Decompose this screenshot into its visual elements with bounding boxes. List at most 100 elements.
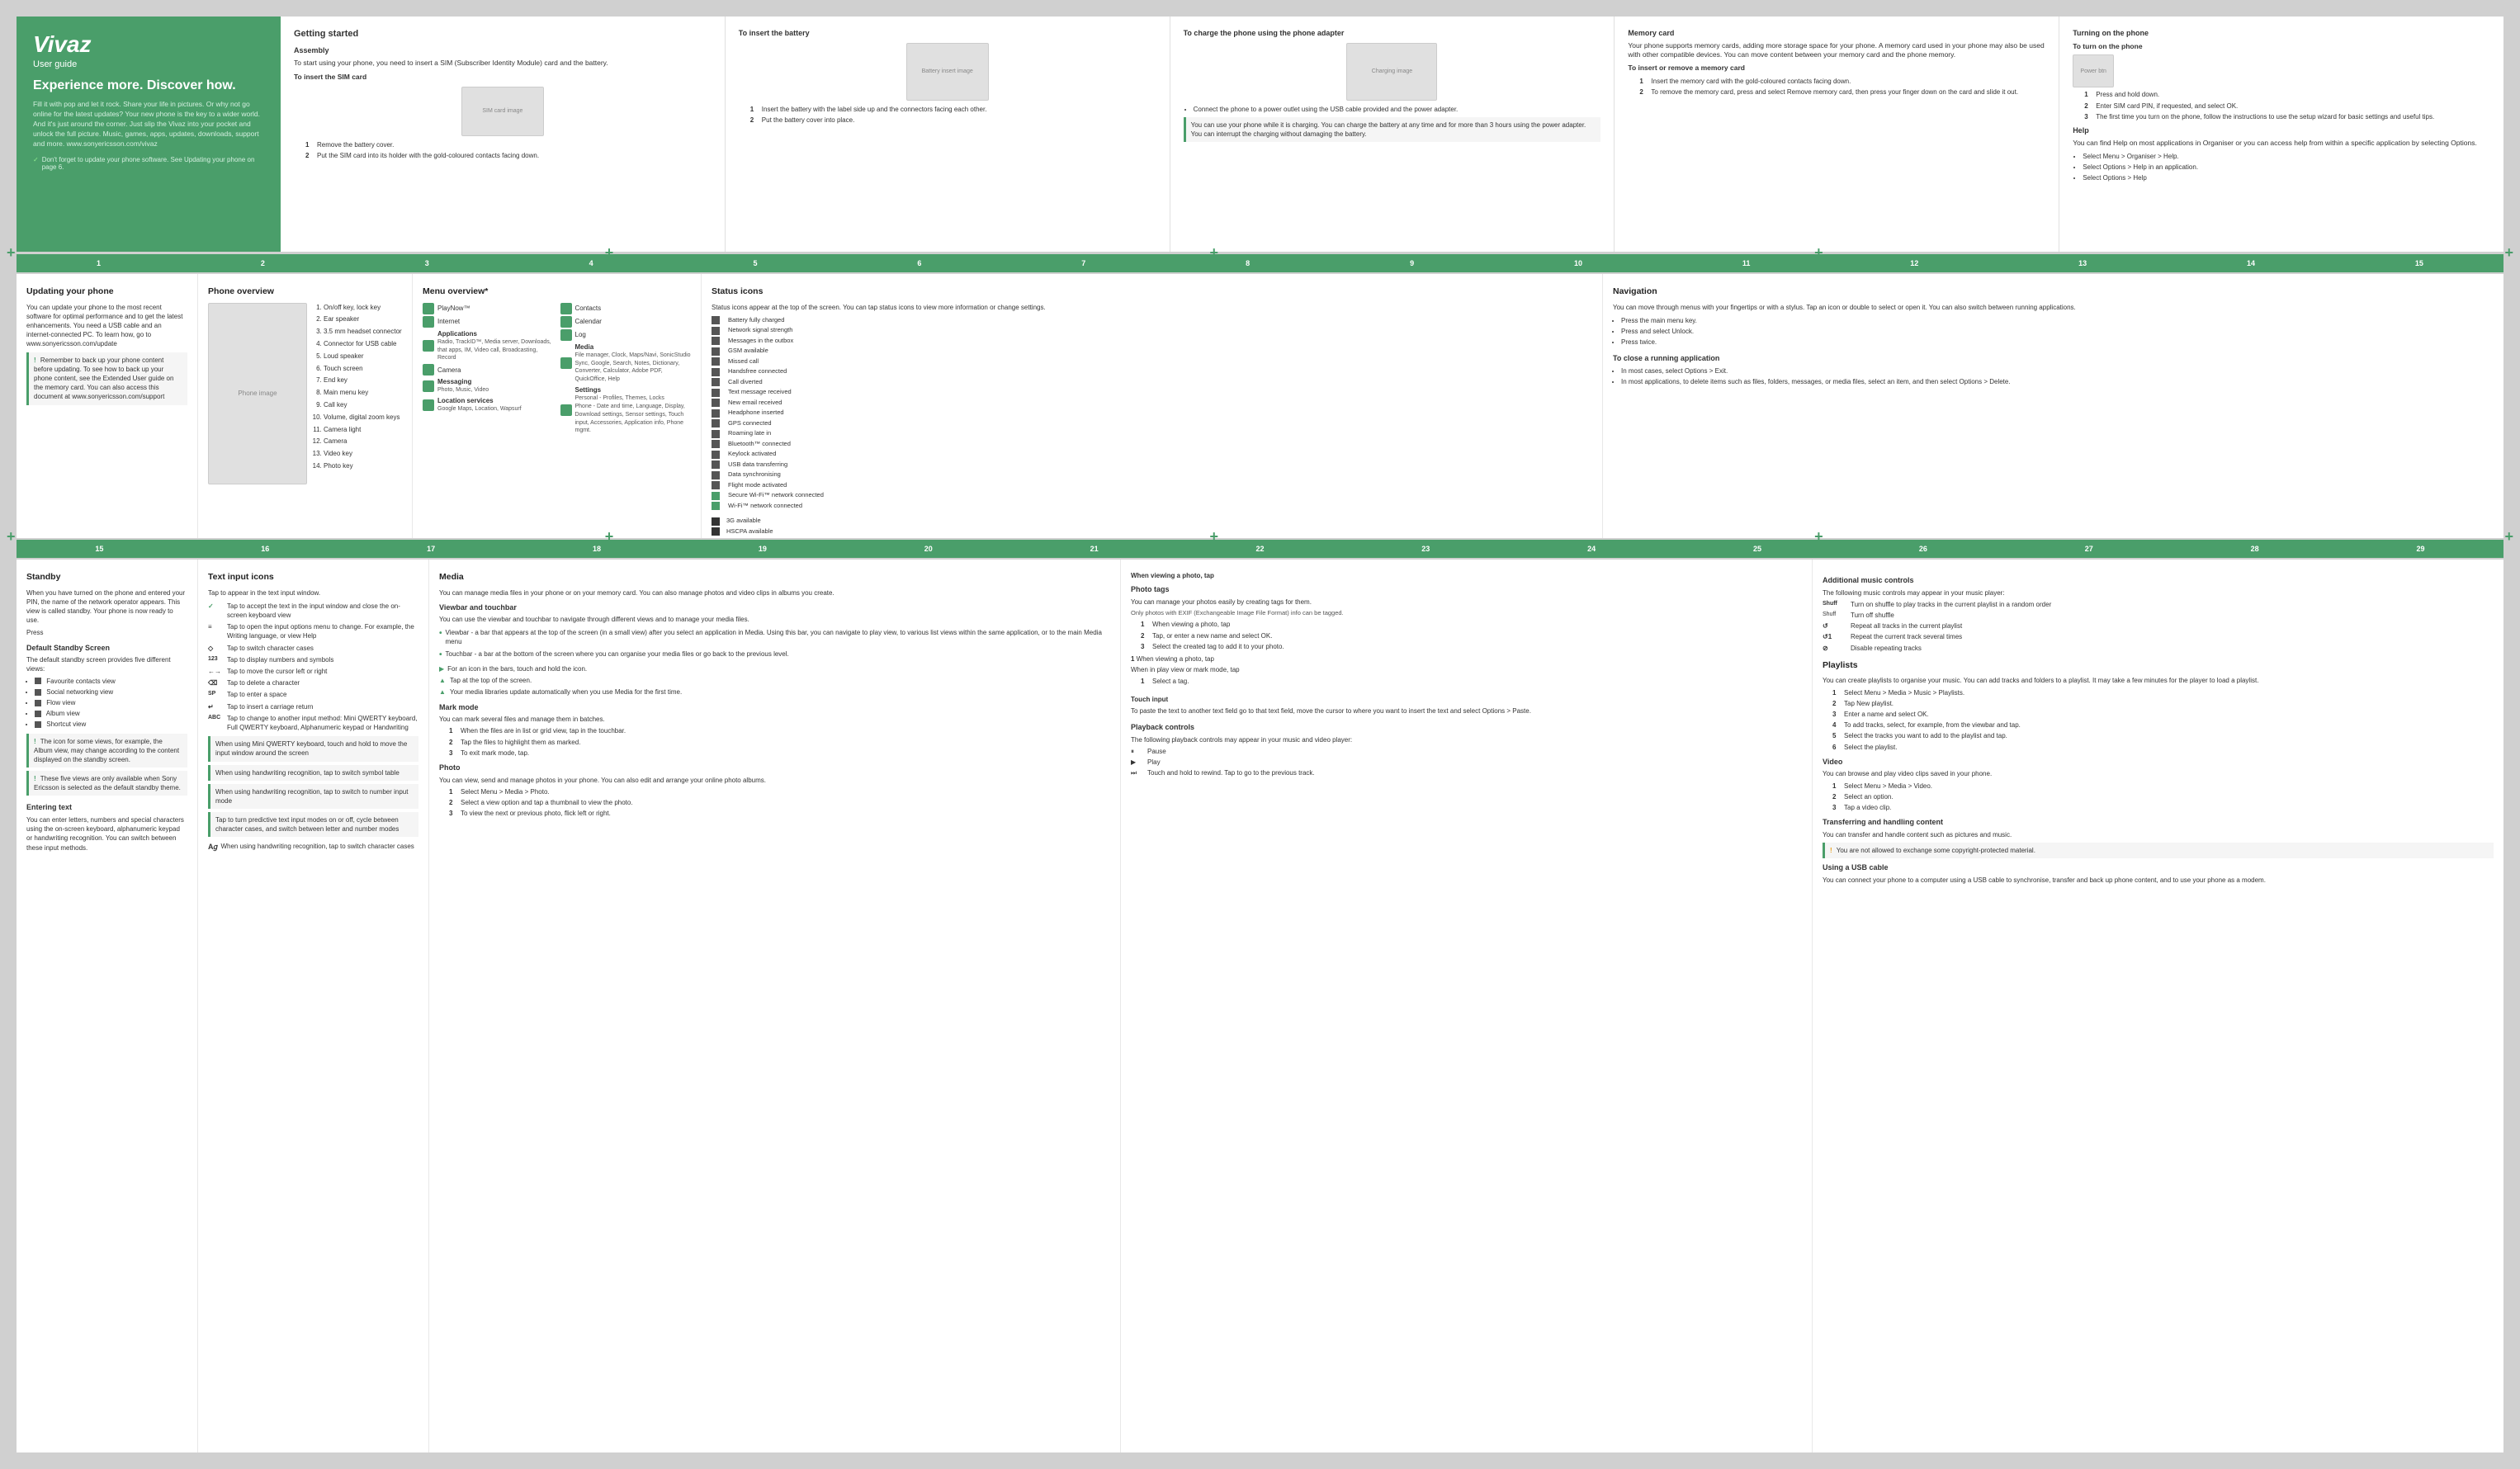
playback-desc: The following playback controls may appe… xyxy=(1131,735,1802,744)
memory-step-1: Insert the memory card with the gold-col… xyxy=(1639,77,2045,86)
status-icons-desc: Status icons appear at the top of the sc… xyxy=(712,303,1592,312)
datasync-label: Data synchronising xyxy=(728,470,1592,479)
gps-icon xyxy=(712,419,720,427)
transferring-title: Transferring and handling content xyxy=(1823,817,2494,828)
mark-steps: When the files are in list or grid view,… xyxy=(439,726,1110,758)
turn-step-1: Press and hold down. xyxy=(2084,90,2490,99)
signal-icon xyxy=(712,327,720,335)
return-icon: ↵ xyxy=(208,702,225,711)
tag-select-steps: Select a tag. xyxy=(1131,677,1802,686)
status-icons-title: Status icons xyxy=(712,286,1592,298)
tap-icon-note: ▶ For an icon in the bars, touch and hol… xyxy=(439,664,1110,673)
assembly-subtitle: To insert the SIM card xyxy=(294,73,712,83)
bluetooth-icon xyxy=(712,440,720,448)
navigation-title: Navigation xyxy=(1613,286,2494,298)
photo-tag-steps: When viewing a photo, tap Tap, or enter … xyxy=(1131,620,1802,651)
tagline: Experience more. Discover how. xyxy=(33,78,264,93)
play-icon: ▶ xyxy=(1131,758,1144,767)
charge-phone-col: To charge the phone using the phone adap… xyxy=(1170,17,1615,252)
sms-label: Text message received xyxy=(728,388,1592,397)
text-input-desc: Tap to appear in the text input window. xyxy=(208,588,418,598)
repeat-all-icon: ↺ xyxy=(1823,621,1847,631)
keylock-label: Keylock activated xyxy=(728,450,1592,459)
video-title: Video xyxy=(1823,757,2494,768)
assembly-step-2: Put the SIM card into its holder with th… xyxy=(305,151,712,160)
playback-controls-grid: ⏸Pause ▶Play ⏭Touch and hold to rewind. … xyxy=(1131,747,1802,778)
page-wrapper: Vivaz User guide Experience more. Discov… xyxy=(0,0,2520,1469)
3g-icon xyxy=(712,517,720,526)
missed-call-label: Missed call xyxy=(728,357,1592,366)
turning-on-title: Turning on the phone xyxy=(2073,28,2490,39)
wifi-label: Wi-Fi™ network connected xyxy=(728,502,1592,511)
disable-repeat-icon: ⊘ xyxy=(1823,644,1847,653)
menu-location: Location services Google Maps, Location,… xyxy=(423,396,554,413)
handwriting-icon: A𝑔 xyxy=(208,842,217,853)
text-input-note1: When using Mini QWERTY keyboard, touch a… xyxy=(208,736,418,761)
menu-settings: Settings Personal - Profiles, Themes, Lo… xyxy=(560,385,692,435)
intro-box: Vivaz User guide Experience more. Discov… xyxy=(17,17,281,252)
gps-label: GPS connected xyxy=(728,419,1592,428)
music-controls-grid: ShuffTurn on shuffle to play tracks in t… xyxy=(1823,600,2494,653)
standby-note2: ! These five views are only available wh… xyxy=(26,771,187,796)
photo-tags-title: Photo tags xyxy=(1131,584,1802,595)
usb-title: Using a USB cable xyxy=(1823,862,2494,873)
wifi-icon xyxy=(712,502,720,510)
turning-on-subtitle: To turn on the phone xyxy=(2073,42,2490,52)
turning-steps: Press and hold down. Enter SIM card PIN,… xyxy=(2073,90,2490,121)
viewbar-title: Viewbar and touchbar xyxy=(439,602,1110,613)
kbd-icon: ABC xyxy=(208,714,225,732)
music-controls-col: Additional music controls The following … xyxy=(1813,560,2503,1452)
menu-col-2: Contacts Calendar Log Media Fi xyxy=(560,303,692,437)
memory-title: Memory card xyxy=(1628,28,2045,39)
bluetooth-label: Bluetooth™ connected xyxy=(728,440,1592,449)
charge-steps: Connect the phone to a power outlet usin… xyxy=(1184,105,1601,114)
log-icon xyxy=(560,329,572,341)
cross-3: + xyxy=(1814,244,1823,262)
updating-note: ! Remember to back up your phone content… xyxy=(26,352,187,405)
menu-playnow: PlayNow™ xyxy=(423,303,554,314)
close-running-title: To close a running application xyxy=(1613,353,2494,364)
roam-icon xyxy=(712,430,720,438)
memory-step-2: To remove the memory card, press and sel… xyxy=(1639,87,2045,97)
help-title: Help xyxy=(2073,125,2490,136)
cross-6: + xyxy=(1814,528,1823,546)
additional-music-title: Additional music controls xyxy=(1823,575,2494,586)
menu-media: Media File manager, Clock, Maps/Navi, So… xyxy=(560,342,692,384)
intro-description: Fill it with pop and let it rock. Share … xyxy=(33,100,264,149)
menu-applications: Applications Radio, TrackID™, Media serv… xyxy=(423,329,554,363)
bullet2: • xyxy=(439,649,442,661)
usb-desc: You can connect your phone to a computer… xyxy=(1823,876,2494,885)
handwriting-note: A𝑔 When using handwriting recognition, t… xyxy=(208,842,418,853)
memory-card-col: Memory card Your phone supports memory c… xyxy=(1615,17,2059,252)
contacts-icon xyxy=(560,303,572,314)
internet-icon xyxy=(423,316,434,328)
diverted-label: Call diverted xyxy=(728,378,1592,387)
memory-steps: Insert the memory card with the gold-col… xyxy=(1628,77,2045,97)
menu-overview-title: Menu overview* xyxy=(423,286,691,298)
standby-views: Favourite contacts view Social networkin… xyxy=(26,677,187,730)
repeat-one-icon: ↺1 xyxy=(1823,632,1847,641)
text-input-col: Text input icons Tap to appear in the te… xyxy=(198,560,429,1452)
email-label: New email received xyxy=(728,399,1592,408)
turn-step-3: The first time you turn on the phone, fo… xyxy=(2084,112,2490,121)
tap-touchbar-note: ▲ Tap at the top of the screen. xyxy=(439,676,1110,685)
viewbar-desc: You can use the viewbar and touchbar to … xyxy=(439,615,1110,624)
arrow-icon: ▶ xyxy=(439,664,444,673)
media-title: Media xyxy=(439,571,1110,583)
turn-step-2: Enter SIM card PIN, if requested, and se… xyxy=(2084,102,2490,111)
hscpa-icon xyxy=(712,527,720,536)
updating-col: Updating your phone You can update your … xyxy=(17,274,198,538)
wifi-secure-icon xyxy=(712,492,720,500)
cross-tl: + xyxy=(7,244,16,262)
cross-ml: + xyxy=(7,528,16,546)
headphone-icon xyxy=(712,409,720,418)
viewbar-row: • Viewbar - a bar that appears at the to… xyxy=(439,628,1110,646)
apps-icon xyxy=(423,340,434,352)
charge-note: You can use your phone while it is charg… xyxy=(1184,117,1601,142)
standby-note1: ! The icon for some views, for example, … xyxy=(26,734,187,768)
entering-text-desc: You can enter letters, numbers and speci… xyxy=(26,815,187,853)
media-col: Media You can manage media files in your… xyxy=(429,560,1121,1452)
navigation-desc: You can move through menus with your fin… xyxy=(1613,303,2494,312)
battery-status-icon xyxy=(712,316,720,324)
menu-grid: PlayNow™ Internet Applications Radio, Tr… xyxy=(423,303,691,437)
